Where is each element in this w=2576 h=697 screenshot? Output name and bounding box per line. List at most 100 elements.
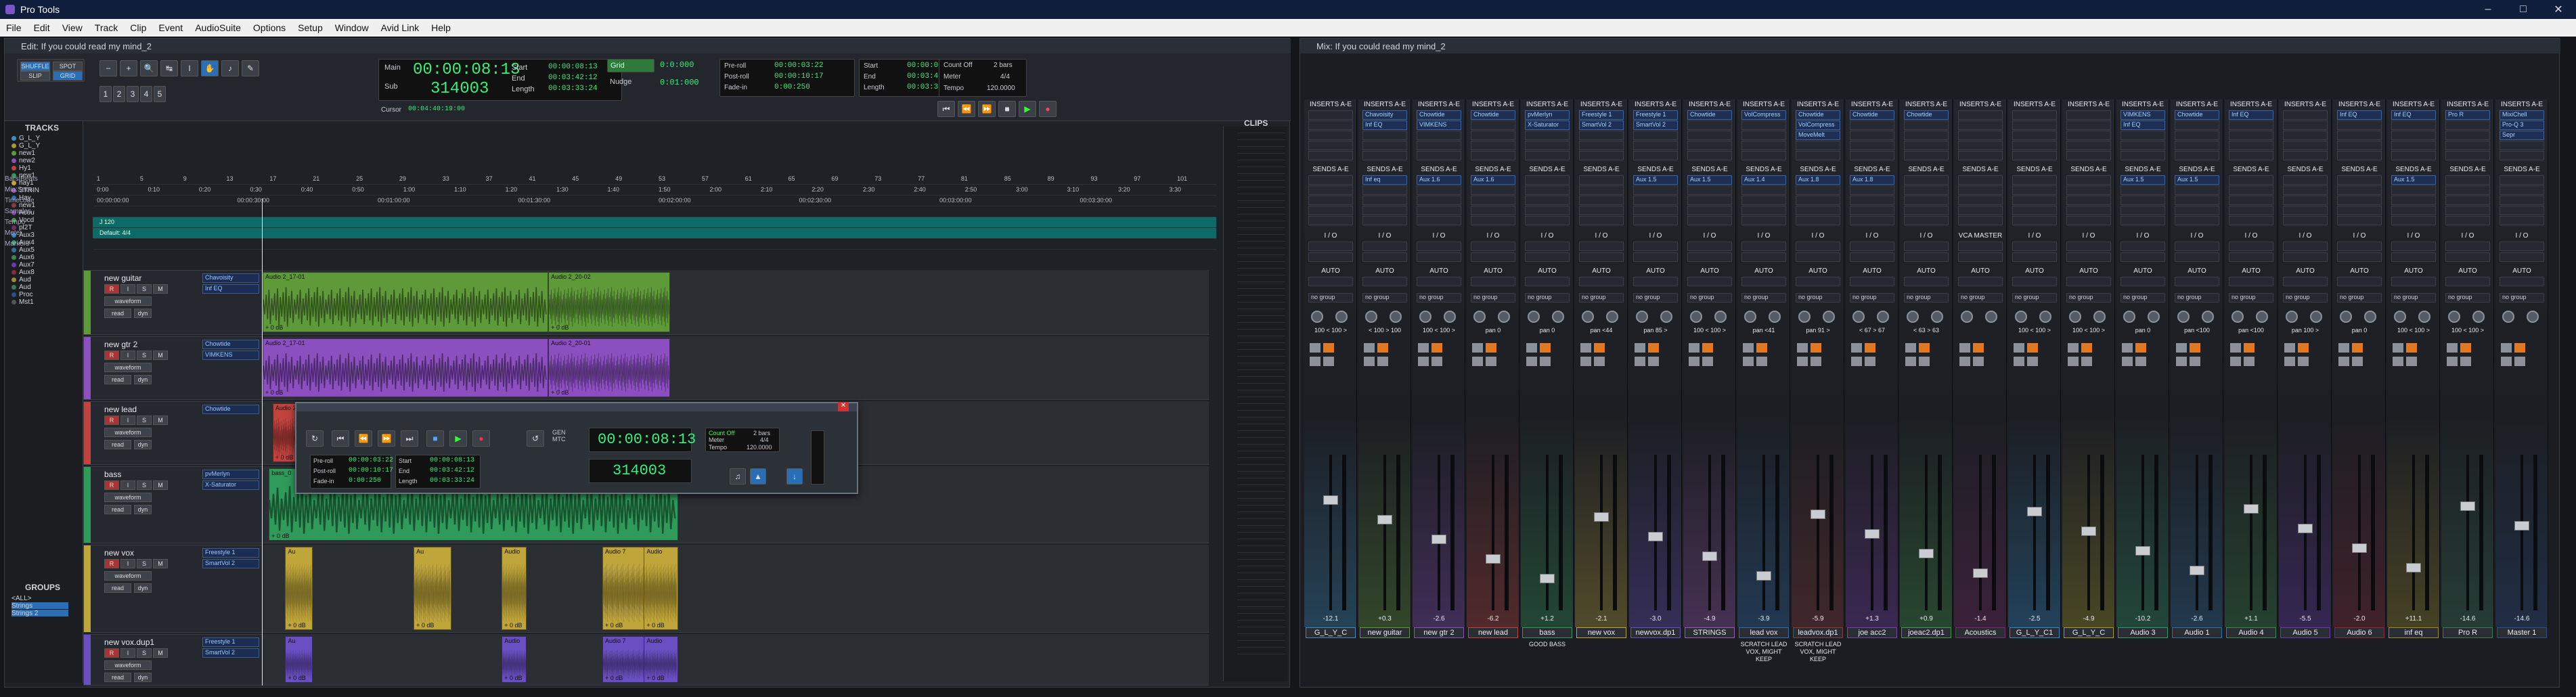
track-view-selector[interactable]: waveform xyxy=(104,363,152,372)
clip-list-row[interactable] xyxy=(1237,370,1285,377)
insert-slot[interactable]: pvMerlyn xyxy=(1525,110,1570,120)
volume-value[interactable]: -2.0 xyxy=(2333,615,2386,623)
send-slot[interactable] xyxy=(2120,216,2165,225)
solo-safe-button[interactable] xyxy=(1635,343,1645,353)
input-selector[interactable] xyxy=(1850,242,1894,251)
send-slot[interactable] xyxy=(2391,196,2436,205)
mute-button[interactable]: M xyxy=(153,559,168,568)
record-button[interactable] xyxy=(1486,343,1496,353)
transport-close-icon[interactable]: ✕ xyxy=(838,402,849,411)
send-slot[interactable] xyxy=(2229,206,2273,215)
automation-mode[interactable] xyxy=(2066,277,2111,286)
insert-slot[interactable]: Inf EQ xyxy=(2120,120,2165,130)
record-button[interactable] xyxy=(1594,343,1605,353)
mute-button[interactable]: M xyxy=(153,648,168,658)
track-nameplate[interactable]: Master 1 xyxy=(2497,627,2547,638)
mute-button[interactable] xyxy=(1973,357,1984,366)
insert-slot[interactable] xyxy=(2283,110,2328,120)
send-slot[interactable] xyxy=(2283,185,2328,195)
track-nameplate[interactable]: inf eq xyxy=(2389,627,2439,638)
input-selector[interactable] xyxy=(2391,242,2436,251)
menu-7[interactable]: Options xyxy=(247,22,292,33)
insert-slot[interactable] xyxy=(1850,131,1894,140)
insert-slot[interactable] xyxy=(1362,141,1407,150)
volume-value[interactable]: +11.1 xyxy=(2387,615,2440,623)
record-enable-button[interactable]: R xyxy=(104,351,119,360)
track-header-4[interactable]: new vox R I S Mwaveform read dyn Freestyle 1 Sma… xyxy=(83,545,263,633)
clip-list-row[interactable] xyxy=(1237,505,1285,512)
clip-list-row[interactable] xyxy=(1237,201,1285,208)
track-header-1[interactable]: new gtr 2 R I S Mwaveform read dyn Chowtide VIMK… xyxy=(83,336,263,400)
track-nameplate[interactable]: G_L_Y_C1 xyxy=(2009,627,2060,638)
send-slot[interactable] xyxy=(1958,206,2003,215)
volume-fader[interactable] xyxy=(1702,552,1717,561)
pan-knob-right-icon[interactable] xyxy=(1660,311,1672,323)
solo-safe-button[interactable] xyxy=(1743,343,1754,353)
solo-button[interactable] xyxy=(1526,357,1537,366)
group-selector[interactable]: no group xyxy=(2175,293,2219,302)
send-slot[interactable] xyxy=(1417,196,1461,205)
close-button[interactable]: ✕ xyxy=(2541,0,2576,19)
menu-2[interactable]: View xyxy=(56,22,89,33)
automation-mode-selector[interactable]: read xyxy=(104,505,131,514)
send-slot[interactable] xyxy=(1525,175,1570,185)
automation-mode[interactable] xyxy=(2120,277,2165,286)
send-slot[interactable] xyxy=(2120,185,2165,195)
menu-8[interactable]: Setup xyxy=(292,22,329,33)
insert-slot[interactable] xyxy=(1687,151,1732,160)
insert-slot[interactable] xyxy=(1579,131,1624,140)
send-slot[interactable] xyxy=(2391,216,2436,225)
automation-mode[interactable] xyxy=(2337,277,2382,286)
pan-knob-left-icon[interactable] xyxy=(2448,311,2460,323)
solo-safe-button[interactable] xyxy=(1959,343,1970,353)
clip-list-row[interactable] xyxy=(1237,607,1285,614)
solo-button[interactable] xyxy=(1418,357,1429,366)
automation-mode[interactable] xyxy=(1525,277,1570,286)
track-playlist-0[interactable]: Audio 2_17-01 + 0 dB Audio 2_20-02 + 0 dB xyxy=(263,270,1209,335)
insert-slot[interactable] xyxy=(1525,151,1570,160)
mute-button[interactable] xyxy=(1431,357,1442,366)
insert-slot[interactable]: MoveMelt xyxy=(1796,131,1840,140)
group-selector[interactable]: no group xyxy=(2500,293,2544,302)
record-button[interactable] xyxy=(2406,343,2417,353)
volume-fader[interactable] xyxy=(2135,546,2150,556)
input-selector[interactable] xyxy=(2175,242,2219,251)
transport-rewind-icon[interactable]: ⏪ xyxy=(355,430,372,447)
send-slot[interactable] xyxy=(1417,206,1461,215)
mixer-strip-21[interactable]: INSERTS A-E Pro R SENDS A-E I / O AUTO no gro… xyxy=(2441,99,2494,638)
send-slot[interactable]: Aux 1.5 xyxy=(2120,175,2165,185)
insert-slot[interactable] xyxy=(1362,131,1407,140)
volume-fader[interactable] xyxy=(2352,543,2367,553)
send-slot[interactable] xyxy=(1796,216,1840,225)
send-slot[interactable] xyxy=(2391,185,2436,195)
track-insert-slot[interactable]: pvMerlyn xyxy=(202,470,259,479)
solo-safe-button[interactable] xyxy=(2447,343,2458,353)
input-selector[interactable] xyxy=(2012,242,2057,251)
track-nameplate[interactable]: joe acc2 xyxy=(1847,627,1897,638)
output-selector[interactable] xyxy=(2175,252,2219,262)
send-slot[interactable] xyxy=(1308,196,1353,205)
volume-value[interactable]: -12.1 xyxy=(1304,615,1357,623)
dyn-button[interactable]: dyn xyxy=(134,375,152,384)
mixer-strip-12[interactable]: INSERTS A-E SENDS A-E VCA MASTER AUTO no gro… xyxy=(1954,99,2007,638)
track-nameplate[interactable]: Audio 1 xyxy=(2172,627,2222,638)
track-nameplate[interactable]: Audio 6 xyxy=(2334,627,2384,638)
solo-button[interactable]: S xyxy=(137,648,152,658)
tempo-map-icon[interactable]: ↓ xyxy=(786,468,803,485)
send-slot[interactable] xyxy=(1904,206,1949,215)
record-button[interactable] xyxy=(1540,343,1551,353)
insert-slot[interactable] xyxy=(2066,131,2111,140)
automation-mode-selector[interactable]: read xyxy=(104,673,131,682)
send-slot[interactable] xyxy=(1471,206,1515,215)
track-insert-slot-2[interactable]: SmartVol 2 xyxy=(202,559,259,568)
group-selector[interactable]: no group xyxy=(1633,293,1678,302)
track-nameplate[interactable]: bass xyxy=(1522,627,1572,638)
volume-fader[interactable] xyxy=(1377,515,1392,524)
send-slot[interactable] xyxy=(1904,196,1949,205)
track-header-0[interactable]: new guitar R I S Mwaveform read dyn Chavoisity I… xyxy=(83,270,263,335)
send-slot[interactable] xyxy=(2500,196,2544,205)
send-slot[interactable] xyxy=(1633,196,1678,205)
clip-list-row[interactable] xyxy=(1237,140,1285,147)
automation-mode[interactable] xyxy=(2229,277,2273,286)
track-nameplate[interactable]: Audio 4 xyxy=(2226,627,2276,638)
